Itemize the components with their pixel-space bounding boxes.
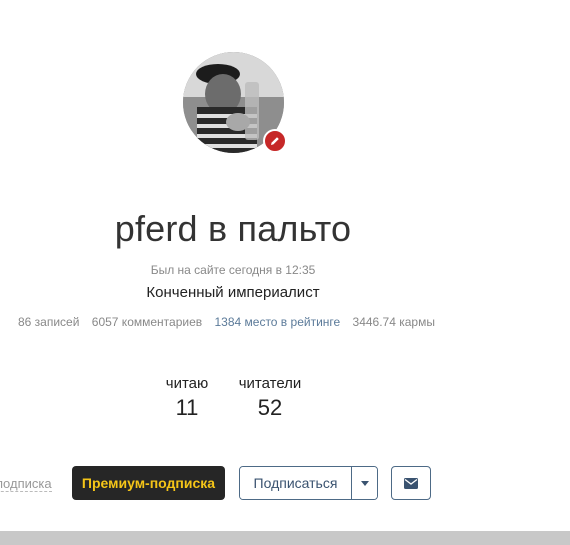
comments-count[interactable]: 6057 комментариев [92,315,202,329]
followers-label: читатели [238,375,302,392]
subscribe-button[interactable]: Подписаться [240,467,351,499]
edit-avatar-button[interactable] [263,129,287,153]
posts-count[interactable]: 86 записей [18,315,79,329]
following-count: 11 [175,395,199,420]
profile-status: Конченный империалист [146,284,320,301]
subscription-link[interactable]: подписка [0,476,52,492]
send-message-button[interactable] [391,466,431,500]
profile-stats: 86 записей 6057 комментариев 1384 место … [18,315,444,329]
page-divider [0,531,570,545]
following-block[interactable]: читаю 11 [160,375,214,421]
followers-count: 52 [257,395,283,420]
subscribe-dropdown-button[interactable] [351,467,377,499]
following-label: читаю [165,375,209,392]
karma-value: 3446.74 кармы [352,315,435,329]
caret-down-icon [360,480,369,486]
avatar-container [183,52,287,153]
last-seen-text: Был на сайте сегодня в 12:35 [150,263,316,277]
pencil-icon [271,137,279,145]
followers-block[interactable]: читатели 52 [232,375,308,421]
premium-subscription-button[interactable]: Премиум-подписка [72,466,225,500]
profile-name: pferd в пальто [114,208,352,249]
rating-link[interactable]: 1384 место в рейтинге [214,315,340,329]
envelope-icon [404,477,418,489]
subscribe-button-group: Подписаться [239,466,378,500]
